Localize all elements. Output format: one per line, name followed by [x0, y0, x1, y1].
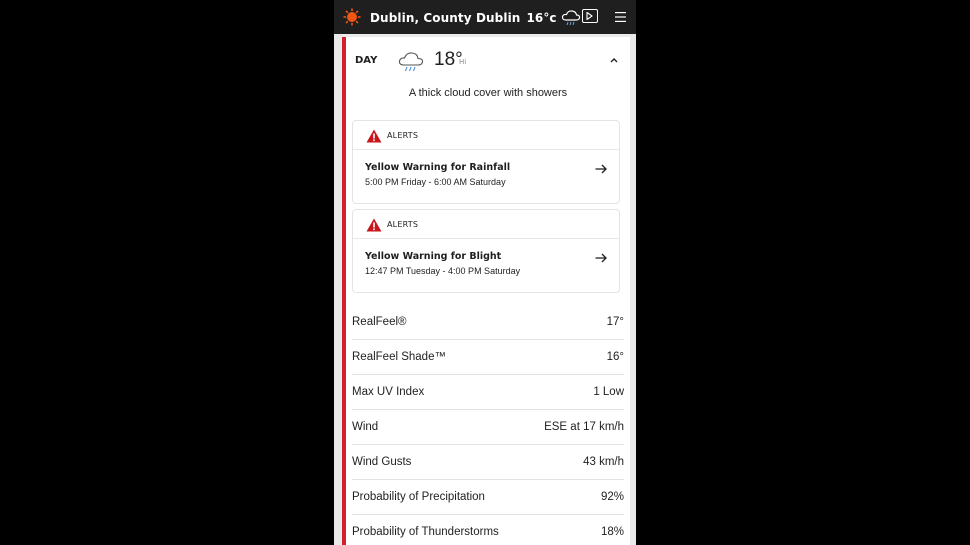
detail-value: ESE at 17 km/h — [544, 421, 624, 433]
current-location-button[interactable]: Dublin, County Dublin 16°c — [370, 9, 581, 27]
location-name: Dublin, County Dublin — [370, 11, 521, 25]
cloud-rain-icon — [398, 52, 424, 72]
day-hi-label: Hi — [459, 58, 467, 66]
detail-row-max-uv-index: Max UV Index 1 Low — [352, 375, 624, 410]
detail-value: 43 km/h — [583, 456, 624, 468]
detail-value: 18% — [600, 526, 624, 538]
warning-icon — [366, 129, 382, 143]
alert-title: Yellow Warning for Blight — [365, 251, 502, 262]
detail-label: Wind Gusts — [352, 456, 412, 468]
alert-title: Yellow Warning for Rainfall — [365, 162, 511, 173]
detail-label: Probability of Precipitation — [352, 491, 485, 503]
detail-row-realfeel-shade: RealFeel Shade™ 16° — [352, 340, 624, 375]
arrow-right-icon[interactable] — [595, 164, 607, 174]
detail-label: Probability of Thunderstorms — [352, 526, 499, 538]
alert-header: ALERTS — [353, 210, 619, 239]
detail-value: 92% — [600, 491, 624, 503]
alert-header: ALERTS — [353, 121, 619, 150]
alert-kind-label: ALERTS — [387, 220, 419, 229]
day-forecast-card: DAY 18° Hi A thick cloud cover with show… — [342, 37, 630, 545]
detail-row-precipitation-probability: Probability of Precipitation 92% — [352, 480, 624, 515]
chevron-up-icon[interactable] — [609, 56, 619, 64]
phone-screen: Dublin, County Dublin 16°c DAY 18° Hi A … — [334, 0, 636, 545]
alert-time: 12:47 PM Tuesday - 4:00 PM Saturday — [365, 266, 521, 276]
menu-icon[interactable] — [615, 11, 626, 23]
warning-icon — [366, 218, 382, 232]
top-bar: Dublin, County Dublin 16°c — [334, 0, 636, 34]
arrow-right-icon[interactable] — [595, 253, 607, 263]
alert-card[interactable]: ALERTS Yellow Warning for Blight 12:47 P… — [352, 209, 620, 293]
day-header[interactable]: DAY 18° Hi — [346, 37, 630, 85]
alert-time: 5:00 PM Friday - 6:00 AM Saturday — [365, 177, 506, 187]
alert-kind-label: ALERTS — [387, 131, 419, 140]
detail-row-realfeel: RealFeel® 17° — [352, 305, 624, 340]
detail-row-thunderstorm-probability: Probability of Thunderstorms 18% — [352, 515, 624, 545]
cloud-rain-icon — [561, 10, 580, 26]
detail-label: RealFeel® — [352, 316, 407, 328]
detail-label: Max UV Index — [352, 386, 425, 398]
forecast-phrase: A thick cloud cover with showers — [408, 87, 568, 99]
details-list: RealFeel® 17° RealFeel Shade™ 16° Max UV… — [352, 305, 624, 545]
detail-label: Wind — [352, 421, 379, 433]
video-play-icon[interactable] — [582, 9, 598, 23]
detail-label: RealFeel Shade™ — [352, 351, 446, 363]
detail-row-wind-gusts: Wind Gusts 43 km/h — [352, 445, 624, 480]
detail-value: 1 Low — [593, 386, 624, 398]
detail-value: 16° — [606, 351, 624, 363]
day-label: DAY — [355, 55, 378, 66]
detail-row-wind: Wind ESE at 17 km/h — [352, 410, 624, 445]
current-temperature: 16°c — [526, 11, 557, 25]
alert-card[interactable]: ALERTS Yellow Warning for Rainfall 5:00 … — [352, 120, 620, 204]
sun-logo-icon[interactable] — [343, 8, 361, 26]
detail-value: 17° — [606, 316, 624, 328]
